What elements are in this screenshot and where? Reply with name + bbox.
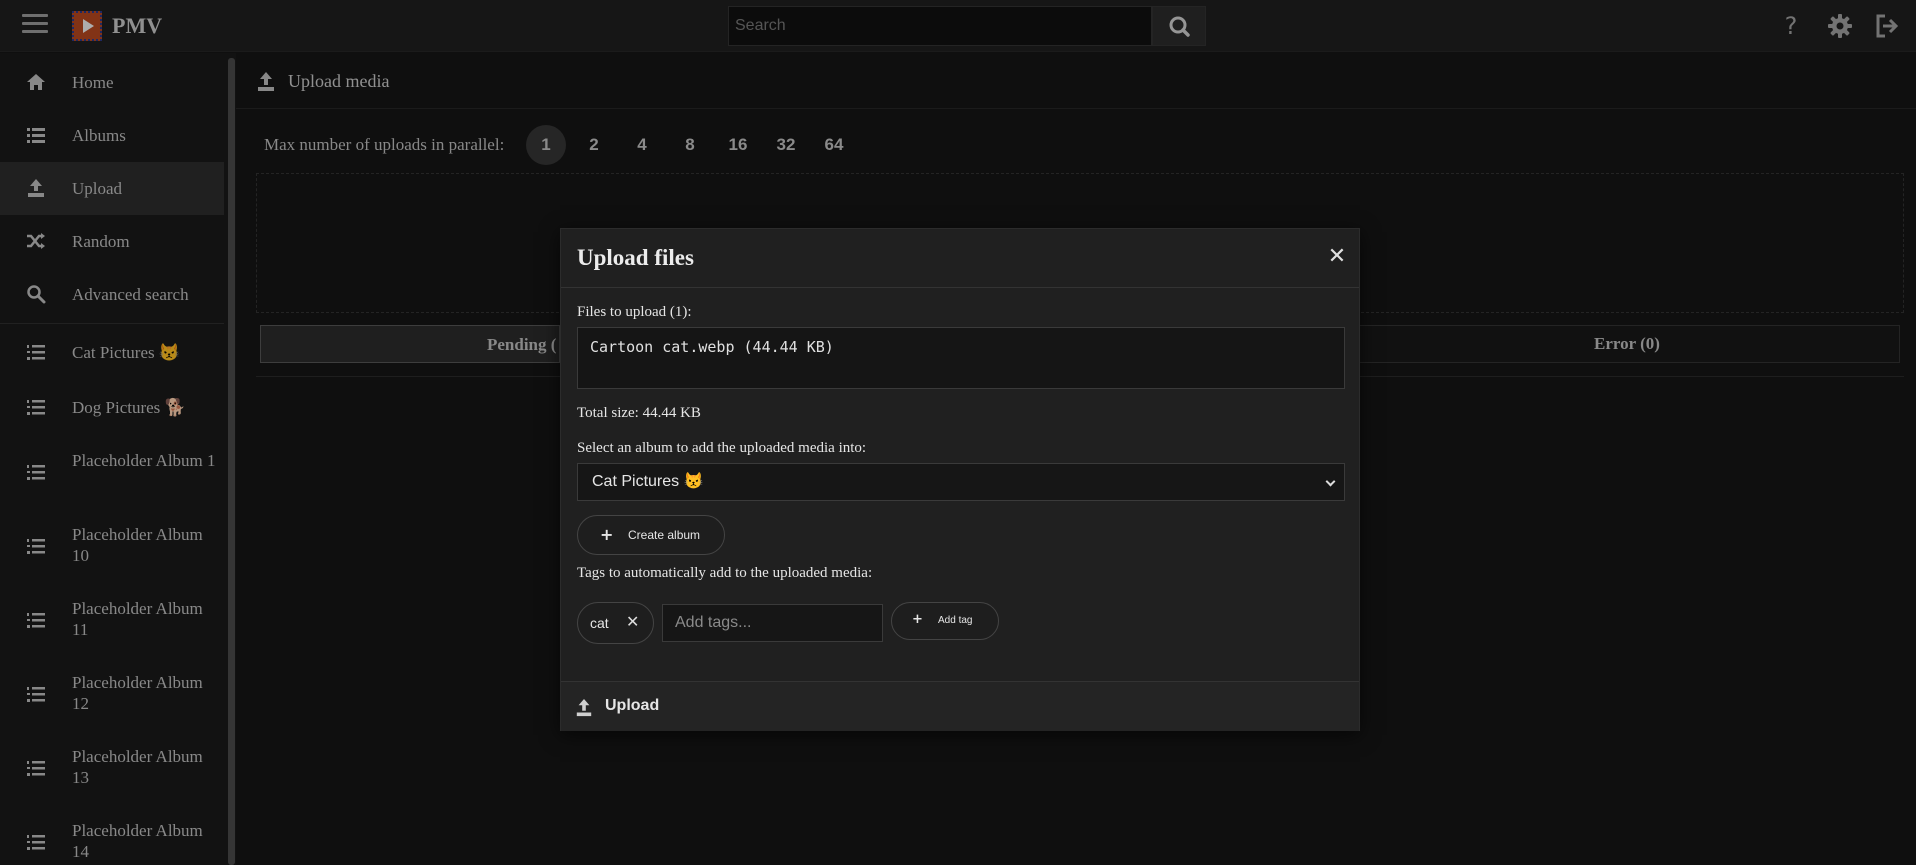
modal-footer: Upload (561, 681, 1359, 731)
tag-chip: cat ✕ (577, 602, 654, 644)
tag-input[interactable] (662, 604, 883, 642)
album-select-label: Select an album to add the uploaded medi… (577, 440, 867, 456)
chevron-down-icon (1325, 476, 1336, 487)
upload-icon (576, 699, 592, 717)
close-icon[interactable]: ✕ (626, 612, 639, 631)
upload-files-modal: Upload files ✕ Files to upload (1): Cart… (560, 228, 1360, 731)
album-select[interactable]: Cat Pictures 😾 (577, 463, 1345, 501)
album-select-value: Cat Pictures 😾 (592, 473, 704, 490)
divider (561, 287, 1359, 288)
total-size-text: Total size: 44.44 KB (577, 405, 701, 421)
create-album-button[interactable]: + Create album (577, 515, 725, 555)
add-tag-label: Add tag (938, 615, 973, 626)
modal-title: Upload files (577, 245, 694, 270)
files-to-upload-label: Files to upload (1): (577, 304, 692, 320)
upload-button-label: Upload (605, 697, 660, 714)
files-list: Cartoon cat.webp (44.44 KB) (577, 327, 1345, 389)
tag-chip-label: cat (590, 615, 609, 631)
plus-icon: + (912, 612, 923, 627)
create-album-label: Create album (628, 528, 701, 542)
plus-icon: + (600, 525, 614, 544)
close-icon[interactable]: ✕ (1325, 245, 1349, 269)
add-tag-button[interactable]: + Add tag (891, 602, 999, 640)
tags-label: Tags to automatically add to the uploade… (577, 565, 873, 581)
